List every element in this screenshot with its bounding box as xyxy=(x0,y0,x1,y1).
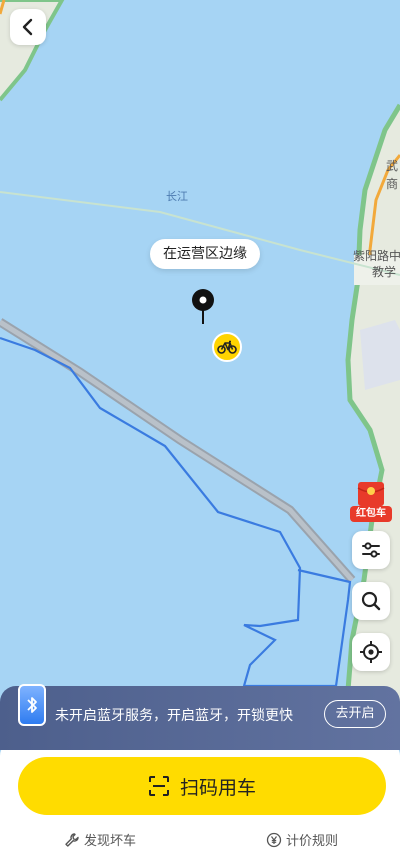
wrench-icon xyxy=(64,832,80,848)
red-packet-bike-button[interactable]: 红包车 xyxy=(350,478,392,522)
scan-to-ride-button[interactable]: 扫码用车 xyxy=(18,757,386,815)
bluetooth-icon xyxy=(18,684,46,726)
poi-label: 武 xyxy=(386,159,398,173)
chevron-left-icon xyxy=(22,18,33,36)
scan-label: 扫码用车 xyxy=(179,776,256,799)
locate-icon xyxy=(360,641,382,663)
search-button[interactable] xyxy=(352,582,390,620)
filter-button[interactable] xyxy=(352,531,390,569)
zone-edge-tooltip: 在运营区边缘 xyxy=(150,239,260,269)
red-packet-label: 红包车 xyxy=(350,506,392,522)
yen-icon xyxy=(266,832,282,848)
search-icon xyxy=(361,591,381,611)
pricing-rules-link[interactable]: 计价规则 xyxy=(266,830,338,849)
report-broken-bike-link[interactable]: 发现坏车 xyxy=(64,830,136,849)
sliders-icon xyxy=(362,542,380,558)
bike-marker[interactable] xyxy=(212,332,242,362)
report-label: 发现坏车 xyxy=(84,834,137,849)
locate-button[interactable] xyxy=(352,633,390,671)
poi-label: 商 xyxy=(386,176,398,191)
bluetooth-message: 未开启蓝牙服务，开启蓝牙，开锁更快 xyxy=(55,708,293,724)
location-pin-icon xyxy=(192,289,214,324)
poi-label: 教学 xyxy=(372,264,396,279)
road-label: 紫阳路中 xyxy=(353,248,400,263)
bicycle-icon xyxy=(217,340,237,354)
back-button[interactable] xyxy=(10,9,46,45)
river-label: 长江 xyxy=(166,190,188,203)
red-packet-icon xyxy=(357,482,385,506)
scan-icon xyxy=(148,776,169,796)
enable-bluetooth-button[interactable]: 去开启 xyxy=(324,700,386,728)
pricing-label: 计价规则 xyxy=(286,834,339,849)
